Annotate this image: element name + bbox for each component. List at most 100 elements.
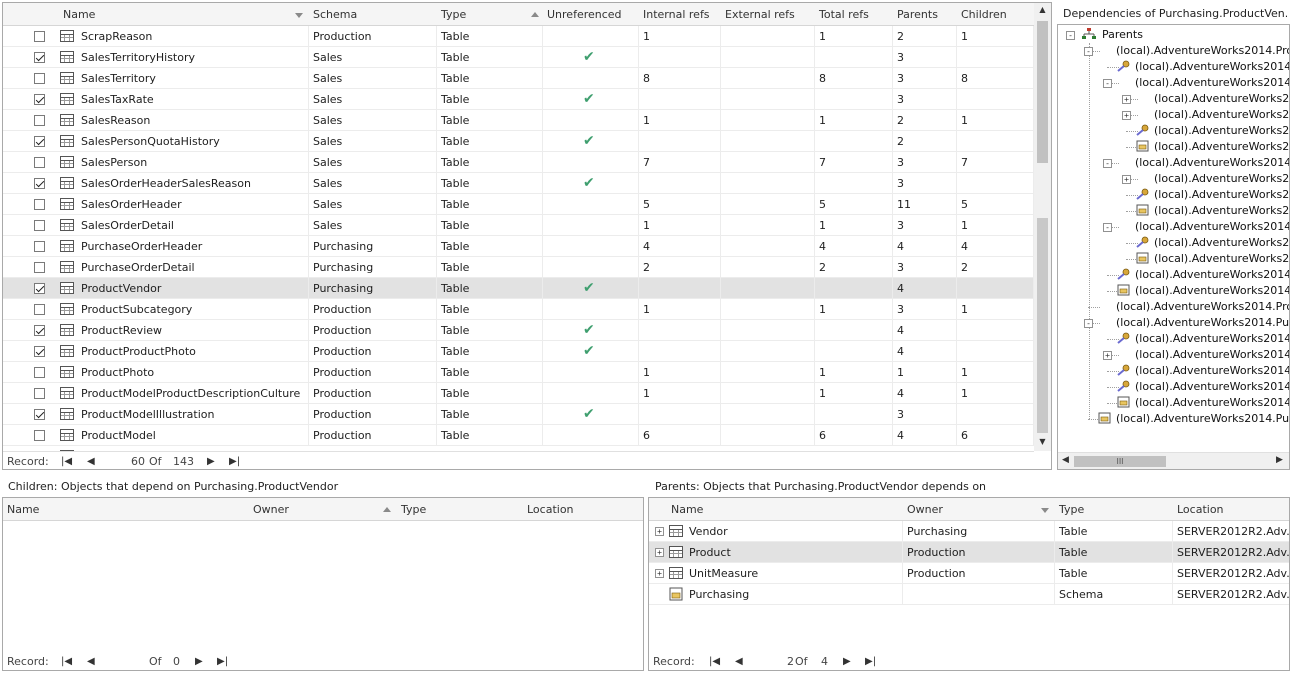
column-header-total-refs[interactable]: Total refs <box>815 3 893 26</box>
table-row[interactable]: SalesPersonQuotaHistory Sales Table 2 ✔ <box>3 131 1034 152</box>
table-row[interactable]: ProductModel Production Table 6 6 4 6 <box>3 425 1034 446</box>
scrollbar-thumb[interactable] <box>1037 21 1048 163</box>
tree-node[interactable]: (local).AdventureWorks2014.F <box>1058 331 1289 347</box>
row-checkbox[interactable] <box>34 409 45 420</box>
row-checkbox[interactable] <box>34 115 45 126</box>
tree-node[interactable]: (local).AdventureWorks2014.Proc <box>1058 299 1289 315</box>
tree-node[interactable]: + (local).AdventureWorks20 <box>1058 171 1289 187</box>
table-row[interactable]: SalesReason Sales Table 1 1 2 1 <box>3 110 1034 131</box>
column-header-name[interactable]: Name <box>59 3 309 26</box>
table-row[interactable]: ProductSubcategory Production Table 1 1 3 1 <box>3 299 1034 320</box>
row-checkbox[interactable] <box>34 94 45 105</box>
record-current[interactable]: 60 <box>131 452 145 469</box>
prev-record-icon[interactable]: ◀ <box>87 452 95 469</box>
last-record-icon[interactable]: ▶| <box>865 652 876 670</box>
row-checkbox[interactable] <box>34 304 45 315</box>
first-record-icon[interactable]: |◀ <box>61 452 72 469</box>
parent-row[interactable]: + UnitMeasure Production Table SERVER2012R2.… <box>649 563 1289 584</box>
table-row[interactable]: SalesOrderHeaderSalesReason Sales Table 3 ✔ <box>3 173 1034 194</box>
row-checkbox[interactable] <box>34 325 45 336</box>
tree-node[interactable]: (local).AdventureWorks2014.F <box>1058 363 1289 379</box>
record-current[interactable]: 2 <box>787 652 794 670</box>
grid-vertical-scrollbar[interactable]: ▲ ▼ <box>1034 3 1051 451</box>
collapse-icon[interactable]: - <box>1103 79 1112 88</box>
tree-node[interactable]: (local).AdventureWorks20 <box>1058 203 1289 219</box>
table-row[interactable]: ProductModelProductDescriptionCulture Pro… <box>3 383 1034 404</box>
expand-icon[interactable]: + <box>1122 95 1131 104</box>
table-row[interactable]: ScrapReason Production Table 1 1 2 1 <box>3 26 1034 47</box>
table-row[interactable]: SalesTaxRate Sales Table 3 ✔ <box>3 89 1034 110</box>
tree-node[interactable]: (local).AdventureWorks2014.F <box>1058 283 1289 299</box>
expand-icon[interactable]: + <box>1122 175 1131 184</box>
prev-record-icon[interactable]: ◀ <box>87 652 95 670</box>
last-record-icon[interactable]: ▶| <box>229 452 240 469</box>
tree-node[interactable]: - (local).AdventureWorks2014.Purc <box>1058 315 1289 331</box>
tree-node[interactable]: (local).AdventureWorks20 <box>1058 139 1289 155</box>
expand-icon[interactable]: + <box>1122 111 1131 120</box>
row-checkbox[interactable] <box>34 367 45 378</box>
next-record-icon[interactable]: ▶ <box>195 652 203 670</box>
row-checkbox[interactable] <box>34 388 45 399</box>
scroll-left-icon[interactable]: ◀ <box>1062 455 1069 465</box>
next-record-icon[interactable]: ▶ <box>207 452 215 469</box>
expand-icon[interactable]: + <box>655 569 664 578</box>
children-column-location[interactable]: Location <box>523 498 643 521</box>
parent-row[interactable]: + Vendor Purchasing Table SERVER2012R2.Adv..… <box>649 521 1289 542</box>
table-row[interactable]: ProductPhoto Production Table 1 1 1 1 <box>3 362 1034 383</box>
first-record-icon[interactable]: |◀ <box>61 652 72 670</box>
row-checkbox[interactable] <box>34 199 45 210</box>
collapse-icon[interactable]: - <box>1084 47 1093 56</box>
table-row[interactable]: ProductProductPhoto Production Table 4 ✔ <box>3 341 1034 362</box>
parents-column-location[interactable]: Location <box>1173 498 1289 521</box>
tree-node[interactable]: (local).AdventureWorks20 <box>1058 251 1289 267</box>
tree-node[interactable]: - (local).AdventureWorks2014.Proc <box>1058 43 1289 59</box>
row-checkbox[interactable] <box>34 220 45 231</box>
table-row[interactable]: ProductReview Production Table 4 ✔ <box>3 320 1034 341</box>
table-row[interactable]: SalesOrderDetail Sales Table 1 1 3 1 <box>3 215 1034 236</box>
tree-node[interactable]: (local).AdventureWorks2014.N <box>1058 267 1289 283</box>
expand-icon[interactable]: + <box>1103 351 1112 360</box>
column-header-unreferenced[interactable]: Unreferenced <box>543 3 639 26</box>
tree-node[interactable]: (local).AdventureWorks20 <box>1058 235 1289 251</box>
tree-node[interactable]: - (local).AdventureWorks2014.F <box>1058 155 1289 171</box>
parents-column-type[interactable]: Type <box>1055 498 1173 521</box>
parents-column-name[interactable]: Name <box>667 498 903 521</box>
next-record-icon[interactable]: ▶ <box>843 652 851 670</box>
tree-node[interactable]: - (local).AdventureWorks2014.F <box>1058 219 1289 235</box>
scroll-down-icon[interactable]: ▼ <box>1034 437 1051 446</box>
row-checkbox[interactable] <box>34 241 45 252</box>
tree-node[interactable]: + (local).AdventureWorks20 <box>1058 91 1289 107</box>
tree-node[interactable]: + (local).AdventureWorks2014.F <box>1058 347 1289 363</box>
children-column-owner[interactable]: Owner <box>249 498 397 521</box>
table-row[interactable]: PurchaseOrderDetail Purchasing Table 2 2 3 2 <box>3 257 1034 278</box>
collapse-icon[interactable]: - <box>1103 159 1112 168</box>
row-checkbox[interactable] <box>34 430 45 441</box>
prev-record-icon[interactable]: ◀ <box>735 652 743 670</box>
row-checkbox[interactable] <box>34 157 45 168</box>
table-row[interactable]: SalesPerson Sales Table 7 7 3 7 <box>3 152 1034 173</box>
row-checkbox[interactable] <box>34 346 45 357</box>
children-column-type[interactable]: Type <box>397 498 523 521</box>
tree-node[interactable]: + (local).AdventureWorks20 <box>1058 107 1289 123</box>
row-checkbox[interactable] <box>34 283 45 294</box>
expand-icon[interactable]: + <box>655 527 664 536</box>
tree-node[interactable]: (local).AdventureWorks20 <box>1058 187 1289 203</box>
scroll-right-icon[interactable]: ▶ <box>1276 455 1283 465</box>
row-checkbox[interactable] <box>34 262 45 273</box>
column-header-schema[interactable]: Schema <box>309 3 437 26</box>
table-row[interactable]: SalesOrderHeader Sales Table 5 5 11 5 <box>3 194 1034 215</box>
row-checkbox[interactable] <box>34 136 45 147</box>
collapse-icon[interactable]: - <box>1066 31 1075 40</box>
tree-node[interactable]: (local).AdventureWorks20 <box>1058 123 1289 139</box>
table-row[interactable]: SalesTerritory Sales Table 8 8 3 8 <box>3 68 1034 89</box>
expand-icon[interactable]: + <box>655 548 664 557</box>
parents-column-owner[interactable]: Owner <box>903 498 1055 521</box>
first-record-icon[interactable]: |◀ <box>709 652 720 670</box>
parent-row[interactable]: Purchasing Schema SERVER2012R2.Adv... <box>649 584 1289 605</box>
collapse-icon[interactable]: - <box>1084 319 1093 328</box>
tree-node[interactable]: (local).AdventureWorks2014.Purc <box>1058 411 1289 427</box>
hscroll-thumb[interactable]: III <box>1074 456 1166 467</box>
row-checkbox[interactable] <box>34 52 45 63</box>
tree-node[interactable]: (local).AdventureWorks2014.N <box>1058 379 1289 395</box>
collapse-icon[interactable]: - <box>1103 223 1112 232</box>
